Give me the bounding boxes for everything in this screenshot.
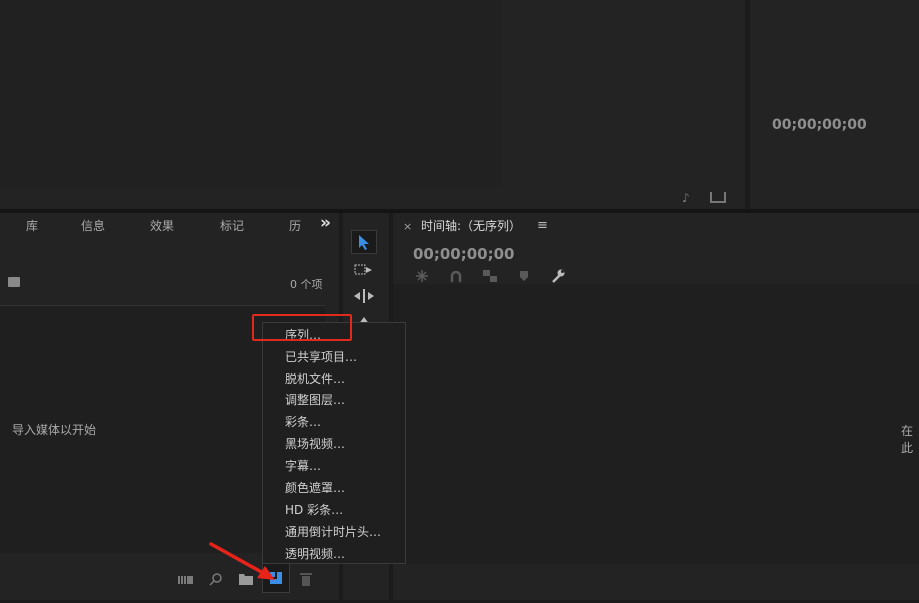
- timeline-track-area[interactable]: [393, 284, 919, 564]
- menu-item-color-matte[interactable]: 颜色遮罩…: [285, 479, 345, 496]
- music-icon[interactable]: ♪: [682, 191, 690, 205]
- menu-item-countdown-leader[interactable]: 通用倒计时片头…: [285, 523, 381, 540]
- tab-library[interactable]: 库: [26, 217, 38, 234]
- program-monitor: 00;00;00;00: [750, 0, 919, 209]
- menu-item-black-video[interactable]: 黑场视频…: [285, 435, 345, 452]
- tab-history[interactable]: 历: [289, 217, 301, 234]
- tab-effects[interactable]: 效果: [150, 217, 174, 234]
- snap-icon[interactable]: [446, 266, 466, 286]
- source-monitor-side: [502, 0, 745, 187]
- source-monitor-toolbar: ♪: [0, 187, 745, 209]
- tab-info[interactable]: 信息: [81, 217, 105, 234]
- search-icon[interactable]: [8, 277, 20, 287]
- panel-overflow-button[interactable]: »: [320, 213, 331, 233]
- empty-hint: 导入媒体以开始: [12, 423, 97, 437]
- menu-item-adjustment-layer[interactable]: 调整图层…: [285, 391, 345, 408]
- ripple-edit-icon[interactable]: [354, 286, 374, 306]
- linked-icon[interactable]: [480, 266, 500, 286]
- annotation-highlight-box: [252, 314, 352, 341]
- source-monitor: [0, 0, 502, 187]
- export-icon[interactable]: [710, 192, 726, 203]
- timeline-title: 时间轴:（无序列）: [421, 219, 522, 233]
- list-view-icon[interactable]: [176, 570, 196, 590]
- program-timecode[interactable]: 00;00;00;00: [772, 117, 867, 133]
- arrow-select-icon[interactable]: [351, 230, 377, 254]
- timeline-close-button[interactable]: ×: [403, 220, 412, 233]
- item-count: 0 个项: [290, 278, 323, 291]
- tab-markers[interactable]: 标记: [220, 217, 244, 234]
- timeline-drop-hint: 在此: [901, 424, 914, 455]
- menu-item-shared-project[interactable]: 已共享项目…: [285, 348, 357, 365]
- menu-item-offline-file[interactable]: 脱机文件…: [285, 370, 345, 387]
- menu-item-bars-tone[interactable]: 彩条…: [285, 413, 321, 430]
- nest-icon[interactable]: [412, 266, 432, 286]
- wrench-icon[interactable]: [548, 266, 568, 286]
- menu-item-hd-bars[interactable]: HD 彩条…: [285, 501, 343, 518]
- menu-item-captions[interactable]: 字幕…: [285, 457, 321, 474]
- trash-icon[interactable]: [296, 569, 316, 589]
- timeline-timecode[interactable]: 00;00;00;00: [413, 245, 515, 263]
- track-select-icon[interactable]: [354, 260, 374, 280]
- new-item-menu: 序列… 已共享项目… 脱机文件… 调整图层… 彩条… 黑场视频… 字幕… 颜色遮…: [262, 322, 406, 564]
- marker-icon[interactable]: [514, 266, 534, 286]
- timeline-menu-button[interactable]: ≡: [537, 218, 548, 233]
- menu-item-transparent-video[interactable]: 透明视频…: [285, 545, 345, 562]
